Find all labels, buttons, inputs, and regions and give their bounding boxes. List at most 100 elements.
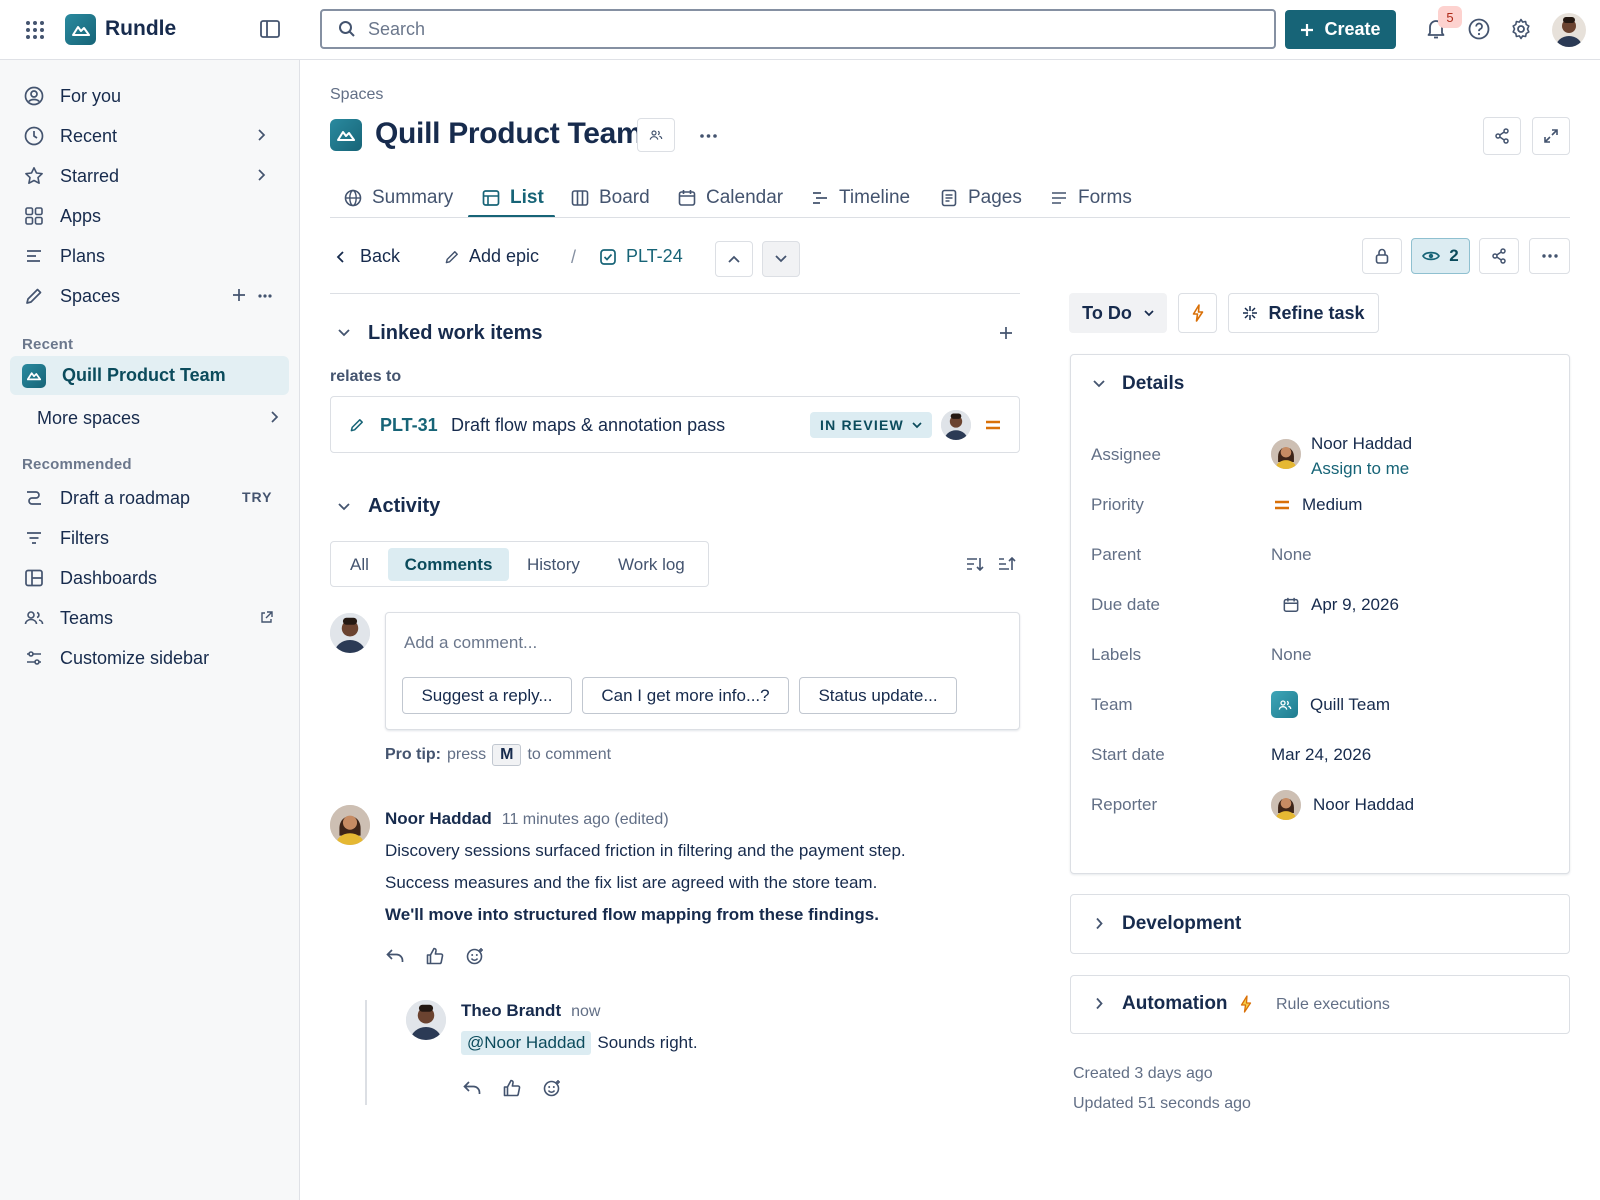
pencil-icon: [349, 417, 365, 433]
tab-summary[interactable]: Summary: [344, 178, 453, 218]
suggest-reply-button[interactable]: Suggest a reply...: [402, 677, 572, 714]
collapse-chevron-icon[interactable]: [338, 329, 350, 337]
reply-icon[interactable]: [463, 1080, 481, 1096]
sidebar-item-quill-product-team[interactable]: Quill Product Team: [10, 356, 289, 395]
help-icon[interactable]: [1468, 18, 1490, 40]
back-button[interactable]: Back: [336, 246, 400, 267]
add-linked-item-icon[interactable]: [999, 326, 1013, 340]
sort-icon[interactable]: [966, 556, 984, 572]
filter-comments[interactable]: Comments: [388, 548, 509, 581]
people-icon: [649, 129, 663, 141]
due-date-field[interactable]: Apr 9, 2026: [1283, 595, 1399, 615]
notification-badge: 5: [1438, 6, 1462, 28]
settings-gear-icon[interactable]: [1510, 18, 1532, 40]
space-members-button[interactable]: [637, 118, 675, 152]
share-issue-button[interactable]: [1479, 238, 1519, 274]
collapse-chevron-icon[interactable]: [338, 503, 350, 511]
assignee-name[interactable]: Noor Haddad: [1311, 434, 1412, 454]
tab-calendar[interactable]: Calendar: [678, 178, 783, 218]
collapse-chevron-icon[interactable]: [1093, 380, 1105, 388]
search-input[interactable]: Search: [320, 9, 1276, 49]
status-dropdown[interactable]: To Do: [1069, 293, 1167, 333]
commenter-avatar[interactable]: [406, 1000, 446, 1040]
tab-list[interactable]: List: [482, 178, 544, 218]
assign-to-me-link[interactable]: Assign to me: [1311, 459, 1409, 479]
chevron-down-icon: [775, 255, 787, 263]
comment-author[interactable]: Theo Brandt: [461, 1001, 561, 1021]
filter-all[interactable]: All: [350, 555, 369, 575]
thumbs-up-icon[interactable]: [503, 1079, 521, 1097]
filter-work-log[interactable]: Work log: [618, 555, 685, 575]
app-name[interactable]: Rundle: [105, 17, 176, 41]
linked-item-key[interactable]: PLT-31: [380, 415, 438, 436]
sidebar-item-customize[interactable]: Customize sidebar: [24, 640, 284, 676]
create-button[interactable]: Create: [1285, 10, 1396, 49]
sidebar-item-draft-roadmap[interactable]: Draft a roadmap TRY: [24, 480, 284, 516]
automation-trigger-button[interactable]: [1178, 293, 1217, 333]
fullscreen-button[interactable]: [1532, 117, 1570, 155]
development-section[interactable]: Development: [1070, 894, 1570, 954]
previous-issue-button[interactable]: [715, 241, 753, 277]
assignee-avatar[interactable]: [1271, 439, 1301, 469]
tab-board[interactable]: Board: [571, 178, 650, 218]
sidebar-item-dashboards[interactable]: Dashboards: [24, 560, 284, 596]
priority-field[interactable]: Medium: [1274, 495, 1362, 515]
sidebar-item-starred[interactable]: Starred: [24, 158, 284, 194]
tab-timeline[interactable]: Timeline: [811, 178, 910, 218]
sidebar-toggle-icon[interactable]: [260, 20, 280, 38]
people-icon: [24, 608, 44, 628]
profile-avatar[interactable]: [1552, 13, 1586, 47]
app-switcher-icon[interactable]: [25, 20, 45, 40]
lock-button[interactable]: [1362, 238, 1402, 274]
more-icon[interactable]: [700, 134, 717, 138]
start-date-value[interactable]: Mar 24, 2026: [1271, 745, 1371, 765]
breadcrumb[interactable]: Spaces: [330, 86, 383, 104]
add-space-icon[interactable]: [232, 288, 246, 302]
assignee-avatar[interactable]: [941, 410, 971, 440]
sidebar-item-recent[interactable]: Recent: [24, 118, 284, 154]
sidebar-item-label: Quill Product Team: [62, 365, 226, 385]
comment-author[interactable]: Noor Haddad: [385, 809, 492, 829]
linked-item-row[interactable]: PLT-31 Draft flow maps & annotation pass…: [330, 396, 1020, 453]
chevron-down-icon: [912, 421, 922, 429]
filter-history[interactable]: History: [527, 555, 580, 575]
sidebar-item-plans[interactable]: Plans: [24, 238, 284, 274]
star-icon: [24, 166, 44, 186]
issue-more-button[interactable]: [1529, 238, 1570, 274]
thumbs-up-icon[interactable]: [426, 947, 444, 965]
issue-key-link[interactable]: PLT-24: [600, 246, 683, 267]
share-button[interactable]: [1483, 117, 1521, 155]
more-info-button[interactable]: Can I get more info...?: [582, 677, 789, 714]
sidebar-item-filters[interactable]: Filters: [24, 520, 284, 556]
app-logo-icon[interactable]: [65, 14, 96, 45]
sidebar-item-spaces[interactable]: Spaces: [24, 278, 284, 314]
status-update-button[interactable]: Status update...: [799, 677, 957, 714]
commenter-avatar[interactable]: [330, 805, 370, 845]
next-issue-button[interactable]: [762, 241, 800, 277]
sidebar-item-teams[interactable]: Teams: [24, 600, 284, 636]
parent-value[interactable]: None: [1271, 545, 1312, 565]
sidebar-item-apps[interactable]: Apps: [24, 198, 284, 234]
sidebar-item-more-spaces[interactable]: More spaces: [37, 400, 284, 436]
comment-placeholder[interactable]: Add a comment...: [404, 633, 537, 653]
refine-task-button[interactable]: Refine task: [1228, 293, 1379, 333]
more-icon[interactable]: [258, 294, 272, 298]
tab-forms[interactable]: Forms: [1050, 178, 1132, 218]
automation-section[interactable]: Automation Rule executions: [1070, 975, 1570, 1034]
add-reaction-icon[interactable]: [543, 1079, 561, 1097]
watch-button[interactable]: 2: [1411, 238, 1470, 274]
status-badge[interactable]: IN REVIEW: [810, 412, 932, 438]
rule-executions-link[interactable]: Rule executions: [1276, 996, 1390, 1014]
sort-order-icon[interactable]: [998, 556, 1016, 572]
reporter-field[interactable]: Noor Haddad: [1271, 790, 1414, 820]
tab-pages[interactable]: Pages: [940, 178, 1022, 218]
mention-chip[interactable]: @Noor Haddad: [461, 1031, 592, 1055]
team-field[interactable]: Quill Team: [1271, 691, 1390, 718]
labels-value[interactable]: None: [1271, 645, 1312, 665]
sidebar-item-for-you[interactable]: For you: [24, 78, 284, 114]
reply-icon[interactable]: [386, 948, 404, 964]
add-epic-button[interactable]: Add epic: [444, 246, 539, 267]
linked-item-title[interactable]: Draft flow maps & annotation pass: [451, 415, 725, 436]
add-reaction-icon[interactable]: [466, 947, 484, 965]
comment-box[interactable]: Add a comment... Suggest a reply... Can …: [385, 612, 1020, 730]
